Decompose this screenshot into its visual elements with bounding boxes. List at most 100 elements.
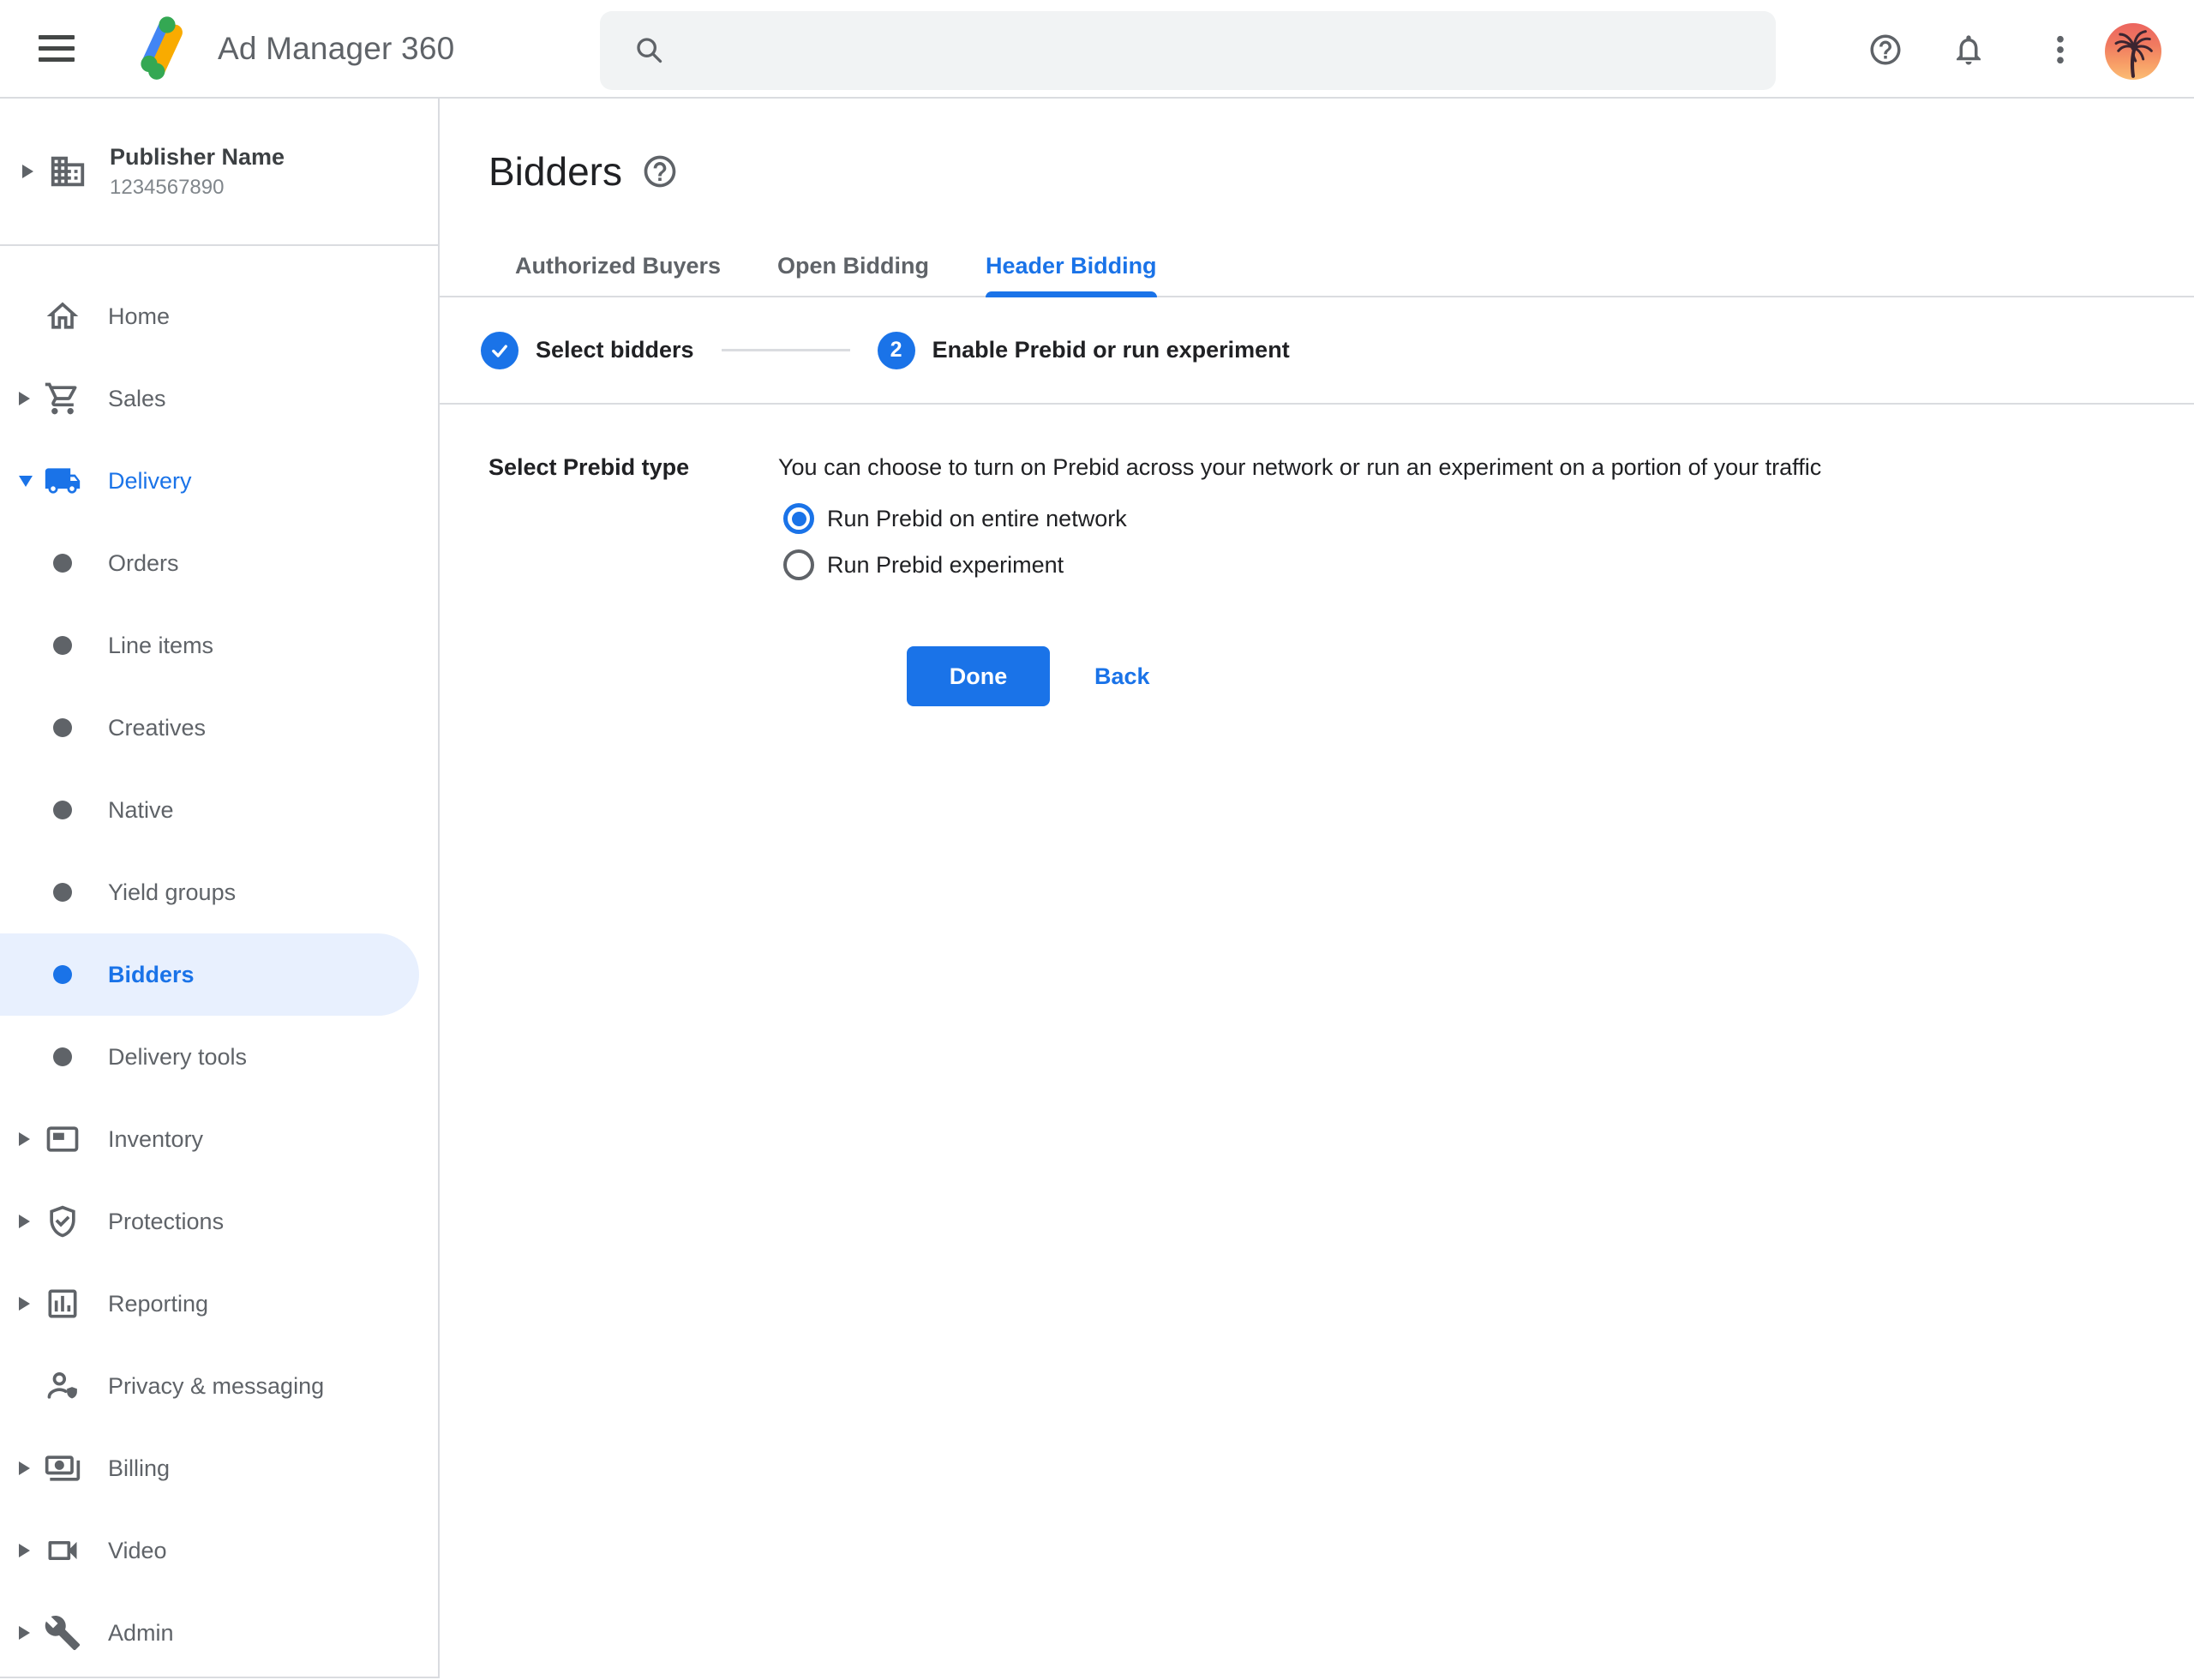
help-button[interactable] <box>1867 32 1903 68</box>
billing-icon <box>44 1449 81 1487</box>
form-actions: Done Back <box>907 646 2194 706</box>
sidebar-item-label: Delivery tools <box>108 1044 247 1071</box>
sidebar-item-yield-groups[interactable]: Yield groups <box>0 851 438 933</box>
expand-right-icon[interactable] <box>19 392 30 405</box>
radio-selected-icon[interactable] <box>783 503 814 534</box>
sidebar-item-label: Native <box>108 797 174 824</box>
privacy-messaging-icon <box>44 1367 81 1405</box>
notifications-icon <box>1951 32 1987 68</box>
sidebar-item-label: Orders <box>108 550 179 577</box>
collapse-down-icon[interactable] <box>19 476 33 487</box>
sidebar-item-label: Reporting <box>108 1291 208 1317</box>
expand-right-icon[interactable] <box>19 1626 30 1640</box>
more-options-button[interactable] <box>2042 32 2078 68</box>
tab-open-bidding[interactable]: Open Bidding <box>777 236 929 296</box>
expand-right-icon[interactable] <box>19 1544 30 1557</box>
sidebar-item-orders[interactable]: Orders <box>0 522 438 604</box>
radio-unselected-icon[interactable] <box>783 549 814 580</box>
sidebar-item-privacy-messaging[interactable]: Privacy & messaging <box>0 1345 438 1427</box>
sidebar-item-label: Home <box>108 303 170 330</box>
expand-right-icon[interactable] <box>19 1132 30 1146</box>
bullet-icon <box>53 801 72 819</box>
sidebar-item-billing[interactable]: Billing <box>0 1427 438 1509</box>
palm-tree-photo <box>2105 23 2161 80</box>
bullet-icon <box>53 554 72 573</box>
app-header: Ad Manager 360 <box>0 0 2194 99</box>
product-name: Ad Manager 360 <box>218 31 454 67</box>
expand-right-icon[interactable] <box>19 1297 30 1311</box>
menu-button[interactable] <box>31 23 82 75</box>
sidebar-item-label: Admin <box>108 1620 174 1647</box>
step-connector <box>722 349 850 351</box>
expand-right-icon[interactable] <box>22 165 33 178</box>
sidebar-item-reporting[interactable]: Reporting <box>0 1263 438 1345</box>
home-icon <box>44 297 81 335</box>
video-camera-icon <box>44 1532 81 1569</box>
sidebar-item-label: Privacy & messaging <box>108 1373 324 1400</box>
done-button[interactable]: Done <box>907 646 1050 706</box>
sidebar-item-admin[interactable]: Admin <box>0 1592 438 1674</box>
sidebar-item-home[interactable]: Home <box>0 275 438 357</box>
hamburger-icon <box>39 35 75 39</box>
help-icon <box>641 153 679 190</box>
radio-label: Run Prebid on entire network <box>827 506 1127 532</box>
back-button[interactable]: Back <box>1094 663 1150 690</box>
bullet-icon <box>53 883 72 902</box>
admin-wrench-icon <box>44 1614 81 1652</box>
sidebar-item-label: Delivery <box>108 468 192 495</box>
step-select-bidders[interactable]: Select bidders <box>481 332 694 369</box>
sales-icon <box>44 380 81 417</box>
sidebar-item-label: Protections <box>108 1209 224 1235</box>
radio-run-prebid-entire-network[interactable]: Run Prebid on entire network <box>783 495 2194 542</box>
help-icon <box>1867 32 1903 68</box>
avatar[interactable] <box>2105 23 2161 80</box>
prebid-type-section: Select Prebid type You can choose to tur… <box>440 405 2194 588</box>
notifications-button[interactable] <box>1951 32 1987 68</box>
sidebar-item-label: Inventory <box>108 1126 203 1153</box>
title-help-button[interactable] <box>641 153 679 190</box>
publisher-selector[interactable]: Publisher Name 1234567890 <box>0 99 438 246</box>
radio-run-prebid-experiment[interactable]: Run Prebid experiment <box>783 542 2194 588</box>
sidebar-item-sales[interactable]: Sales <box>0 357 438 440</box>
field-description: You can choose to turn on Prebid across … <box>778 453 2194 482</box>
bullet-icon <box>53 965 72 984</box>
main-content: Bidders Authorized Buyers Open Bidding H… <box>440 99 2194 1678</box>
sidebar-item-delivery[interactable]: Delivery <box>0 440 438 522</box>
radio-label: Run Prebid experiment <box>827 552 1064 579</box>
protections-shield-icon <box>44 1203 81 1240</box>
ad-manager-logo-icon <box>125 11 197 87</box>
tab-authorized-buyers[interactable]: Authorized Buyers <box>515 236 721 296</box>
sidebar-nav: Home Sales Delivery Orders <box>0 246 438 1674</box>
publisher-icon <box>48 152 87 191</box>
delivery-truck-icon <box>44 462 81 500</box>
expand-right-icon[interactable] <box>19 1215 30 1228</box>
sidebar-item-native[interactable]: Native <box>0 769 438 851</box>
sidebar-item-creatives[interactable]: Creatives <box>0 687 438 769</box>
expand-right-icon[interactable] <box>19 1461 30 1475</box>
page-title: Bidders <box>489 148 622 195</box>
sidebar-item-label: Creatives <box>108 715 206 741</box>
sidebar-item-video[interactable]: Video <box>0 1509 438 1592</box>
sidebar-item-inventory[interactable]: Inventory <box>0 1098 438 1180</box>
sidebar-item-label: Line items <box>108 633 213 659</box>
prebid-type-radio-group: Run Prebid on entire network Run Prebid … <box>778 495 2194 588</box>
stepper: Select bidders 2 Enable Prebid or run ex… <box>440 297 2194 405</box>
search-input[interactable] <box>687 11 1776 90</box>
sidebar-item-line-items[interactable]: Line items <box>0 604 438 687</box>
sidebar-item-label: Billing <box>108 1455 170 1482</box>
step-enable-prebid[interactable]: 2 Enable Prebid or run experiment <box>878 332 1290 369</box>
sidebar-divider <box>0 1677 438 1678</box>
search-bar[interactable] <box>600 11 1776 90</box>
bullet-icon <box>53 718 72 737</box>
step-label: Select bidders <box>536 337 694 363</box>
sidebar-item-label: Sales <box>108 386 166 412</box>
step-number-badge: 2 <box>878 332 915 369</box>
tab-header-bidding[interactable]: Header Bidding <box>986 236 1157 296</box>
sidebar-item-protections[interactable]: Protections <box>0 1180 438 1263</box>
inventory-icon <box>44 1120 81 1158</box>
tabs-bar: Authorized Buyers Open Bidding Header Bi… <box>440 236 2194 297</box>
sidebar-item-label: Yield groups <box>108 879 236 906</box>
sidebar-item-bidders[interactable]: Bidders <box>0 933 419 1016</box>
sidebar-item-delivery-tools[interactable]: Delivery tools <box>0 1016 438 1098</box>
step-label: Enable Prebid or run experiment <box>932 337 1290 363</box>
